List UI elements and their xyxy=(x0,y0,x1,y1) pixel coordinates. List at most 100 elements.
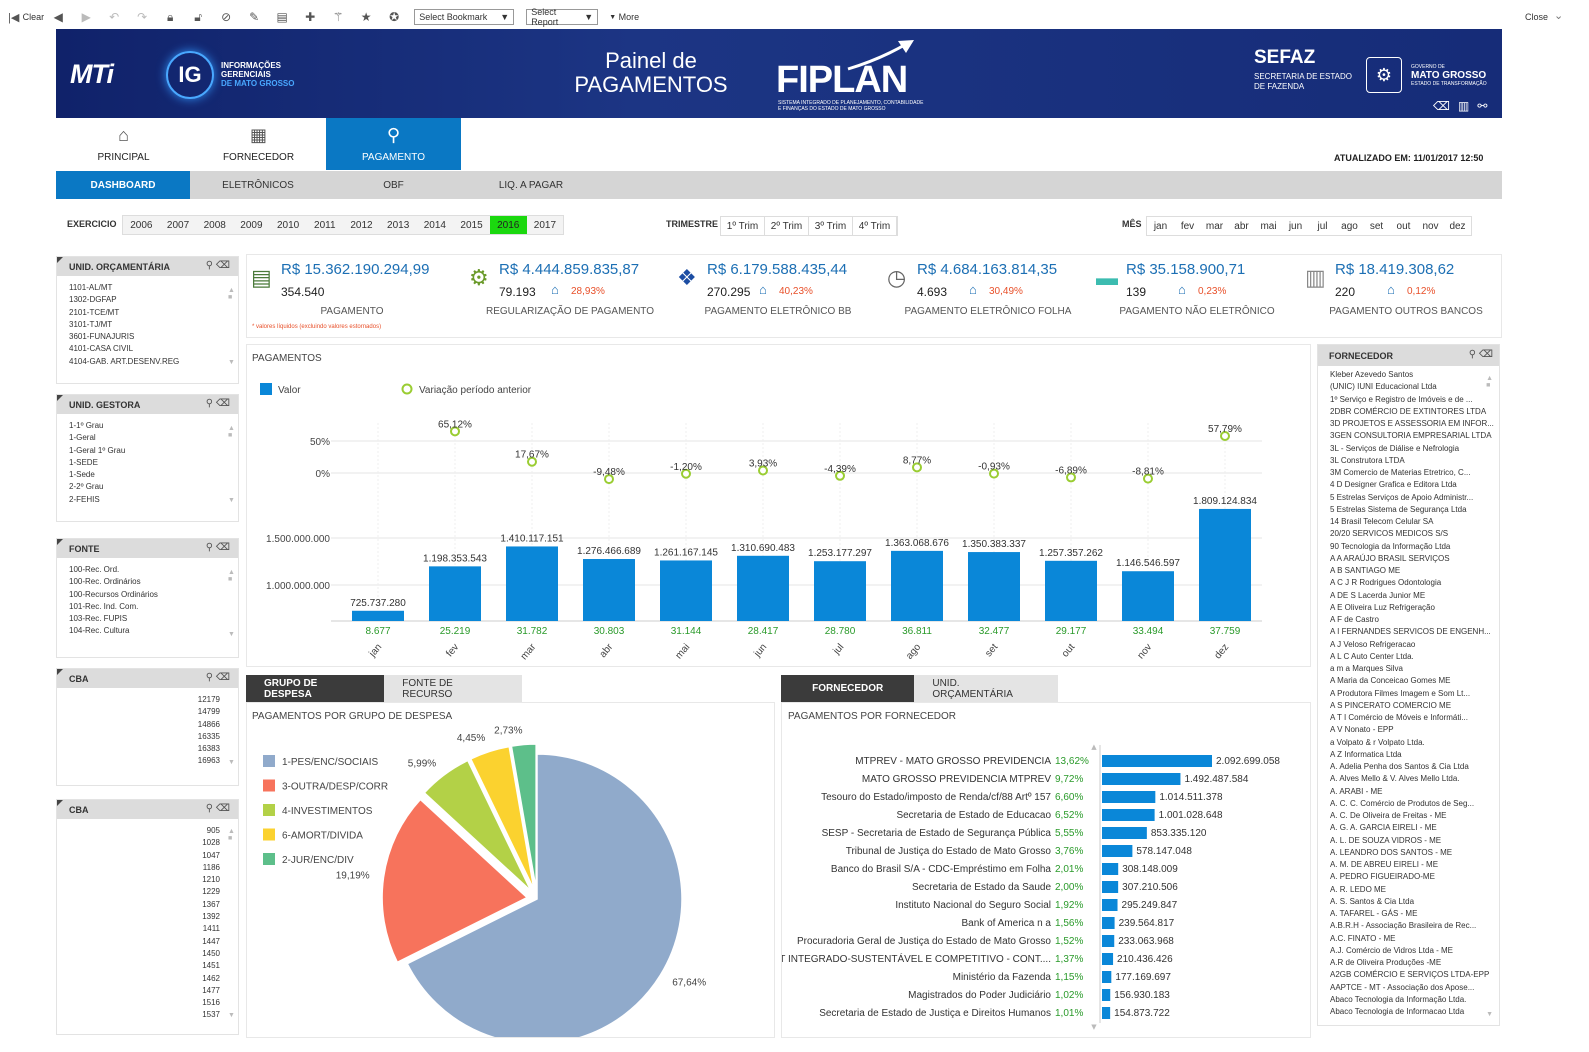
scroll-down-icon[interactable]: ▼ xyxy=(228,759,235,766)
list-item[interactable]: A J Veloso Refrigeracao xyxy=(1330,639,1489,651)
list-item[interactable]: 14799 xyxy=(69,706,220,718)
year-option[interactable]: 2014 xyxy=(417,216,454,234)
library-icon[interactable]: ▥ xyxy=(1458,99,1477,113)
list-item[interactable]: 3L Construtora LTDA xyxy=(1330,455,1489,467)
list-item[interactable]: 90 Tecnologia da Informação Ltda xyxy=(1330,541,1489,553)
list-item[interactable]: A T I Comércio de Móveis e Informáti... xyxy=(1330,712,1489,724)
edit-icon[interactable]: ✎ xyxy=(240,5,268,29)
bar-mar[interactable] xyxy=(506,546,558,621)
clear-button[interactable]: |◀ Clear xyxy=(8,5,44,29)
list-item[interactable]: A V Nonato - EPP xyxy=(1330,724,1489,736)
list-item[interactable]: A. PEDRO FIGUEIRADO-ME xyxy=(1330,871,1489,883)
scroll-up-icon[interactable]: ▲ xyxy=(1091,743,1097,751)
list-item[interactable]: 1º Serviço e Registro de Imóveis e de ..… xyxy=(1330,394,1489,406)
kpi-card[interactable]: ⚙ R$ 4.444.859.835,87 79.193 ⌂ 28,93% REGULAR… xyxy=(465,255,675,339)
pagamentos-chart[interactable]: Valor Variação período anterior 0% 50% 1.000… xyxy=(247,345,1310,666)
kpi-card[interactable]: ◷ R$ 4.684.163.814,35 4.693 ⌂ 30,49% PAGAMENT… xyxy=(883,255,1093,339)
list-item[interactable]: 1-Geral xyxy=(69,432,226,444)
tab-fornecedor[interactable]: ▦ FORNECEDOR xyxy=(191,118,326,170)
list-item[interactable]: 1447 xyxy=(69,936,220,948)
list-item[interactable]: A2GB COMÉRCIO E SERVIÇOS LTDA-EPP xyxy=(1330,969,1489,981)
list-item[interactable]: 100-Recursos Ordinários xyxy=(69,589,226,601)
back-icon[interactable]: ◀ xyxy=(44,5,72,29)
year-option[interactable]: 2008 xyxy=(196,216,233,234)
close-dropdown-icon[interactable]: ⌄ xyxy=(1554,9,1563,22)
list-item[interactable]: A. Adelia Penha dos Santos & Cia Ltda xyxy=(1330,761,1489,773)
supplier-bar[interactable] xyxy=(1102,899,1118,911)
list-item[interactable]: A. TAFAREL - GÁS - ME xyxy=(1330,908,1489,920)
list-item[interactable]: 1186 xyxy=(69,862,220,874)
list-item[interactable]: A.B.R.H - Associação Brasileira de Rec..… xyxy=(1330,920,1489,932)
list-item[interactable]: 1-Geral 1º Grau xyxy=(69,445,226,457)
bookmark-select[interactable]: Select Bookmark ▼ xyxy=(414,9,515,25)
scroll-down-icon[interactable]: ▼ xyxy=(1091,1023,1097,1031)
list-item[interactable]: 1028 xyxy=(69,837,220,849)
subtab-dashboard[interactable]: DASHBOARD xyxy=(56,171,190,199)
list-item[interactable]: A S PINCERATO COMERCIO ME xyxy=(1330,700,1489,712)
list-item[interactable]: A. L. DE SOUZA VIDROS - ME xyxy=(1330,835,1489,847)
year-option[interactable]: 2006 xyxy=(123,216,160,234)
list-item[interactable]: 1516 xyxy=(69,997,220,1009)
wand-icon[interactable]: ⚚ xyxy=(324,5,352,29)
supplier-bar[interactable] xyxy=(1102,989,1111,1001)
add-icon[interactable]: ✚ xyxy=(296,5,324,29)
list-item[interactable]: 1477 xyxy=(69,985,220,997)
month-option[interactable]: ago xyxy=(1336,217,1363,235)
list-item[interactable]: 1462 xyxy=(69,973,220,985)
supplier-bar[interactable] xyxy=(1102,827,1147,839)
list-item[interactable]: 12179 xyxy=(69,694,220,706)
trimestre-option[interactable]: 3º Trim xyxy=(809,217,853,235)
list-item[interactable]: A. G. A. GARCIA EIRELI - ME xyxy=(1330,822,1489,834)
list-item[interactable]: 1411 xyxy=(69,923,220,935)
list-item[interactable]: 101-Rec. Ind. Com. xyxy=(69,601,226,613)
list-item[interactable]: A A ARAÚJO BRASIL SERVIÇOS xyxy=(1330,553,1489,565)
scroll-down-icon[interactable]: ▼ xyxy=(228,359,235,366)
list-item[interactable]: 3GEN CONSULTORIA EMPRESARIAL LTDA xyxy=(1330,430,1492,442)
close-button[interactable]: Close xyxy=(1525,12,1548,22)
search-icon[interactable]: ⚲ ⌫ xyxy=(206,672,230,683)
list-item[interactable]: 3M Comercio de Materias Etretrico, C... xyxy=(1330,467,1489,479)
redo-icon[interactable]: ↷ xyxy=(128,5,156,29)
year-option[interactable]: 2009 xyxy=(233,216,270,234)
list-item[interactable]: A. LEANDRO DOS SANTOS - ME xyxy=(1330,847,1489,859)
network-icon[interactable]: ⚯ xyxy=(1477,99,1495,113)
list-item[interactable]: a m a Marques Silva xyxy=(1330,663,1489,675)
supplier-bar[interactable] xyxy=(1102,1007,1111,1019)
bookmark-icon[interactable]: ✪ xyxy=(380,5,408,29)
list-item[interactable]: A I FERNANDES SERVICOS DE ENGENH... xyxy=(1330,626,1491,638)
list-item[interactable]: A Produtora Filmes Imagem e Som Lt... xyxy=(1330,688,1489,700)
list-item[interactable]: 4 D Designer Grafica e Editora Ltda xyxy=(1330,479,1489,491)
supplier-bar[interactable] xyxy=(1102,809,1155,821)
list-item[interactable]: A.J. Comércio de Vidros Ltda - ME xyxy=(1330,945,1489,957)
supplier-bar[interactable] xyxy=(1102,755,1212,767)
list-item[interactable]: A B SANTIAGO ME xyxy=(1330,565,1489,577)
list-item[interactable]: 4101-CASA CIVIL xyxy=(69,343,226,355)
year-option[interactable]: 2011 xyxy=(306,216,343,234)
tab-pagamento[interactable]: ⚲ PAGAMENTO xyxy=(326,118,461,170)
list-item[interactable]: 16335 xyxy=(69,731,220,743)
fornecedor-bar-chart[interactable]: ▲ ▼ MTPREV - MATO GROSSO PREVIDENCIA 13,62%… xyxy=(782,703,1310,1037)
list-item[interactable]: 905 xyxy=(69,825,220,837)
list-item[interactable]: 1-Sede xyxy=(69,469,226,481)
list-item[interactable]: A.C. FINATO - ME xyxy=(1330,933,1489,945)
tab-unid-orcamentaria[interactable]: UNID. ORÇAMENTÁRIA xyxy=(914,675,1058,702)
list-item[interactable]: 3101-TJ/MT xyxy=(69,319,226,331)
list-item[interactable]: a Volpato & r Volpato Ltda. xyxy=(1330,737,1489,749)
trimestre-option[interactable]: 4º Trim xyxy=(853,217,897,235)
subtab-liq-a-pagar[interactable]: LIQ. A PAGAR xyxy=(461,171,601,199)
scroll-down-icon[interactable]: ▼ xyxy=(228,497,235,504)
list-item[interactable]: 1367 xyxy=(69,899,220,911)
subtab-eletronicos[interactable]: ELETRÔNICOS xyxy=(196,171,320,199)
supplier-bar[interactable] xyxy=(1102,935,1115,947)
list-item[interactable]: AAPTCE - MT - Associação dos Apose... xyxy=(1330,982,1489,994)
bar-jul[interactable] xyxy=(814,561,866,621)
month-option[interactable]: nov xyxy=(1417,217,1444,235)
list-item[interactable]: 5 Estrelas Sistema de Segurança Ltda xyxy=(1330,504,1489,516)
list-item[interactable]: 2DBR COMÉRCIO DE EXTINTORES LTDA xyxy=(1330,406,1489,418)
kpi-card[interactable]: ▥ R$ 18.419.308,62 220 ⌂ 0,12% PAGAMENTO OUTR… xyxy=(1301,255,1511,339)
scroll-down-icon[interactable]: ▼ xyxy=(228,631,235,638)
list-item[interactable]: A. R. LEDO ME xyxy=(1330,884,1489,896)
scroll-up-icon[interactable]: ▲ ■ xyxy=(228,287,235,301)
list-item[interactable]: A L C Auto Center Ltda. xyxy=(1330,651,1489,663)
list-item[interactable]: A C J R Rodrigues Odontologia xyxy=(1330,577,1489,589)
